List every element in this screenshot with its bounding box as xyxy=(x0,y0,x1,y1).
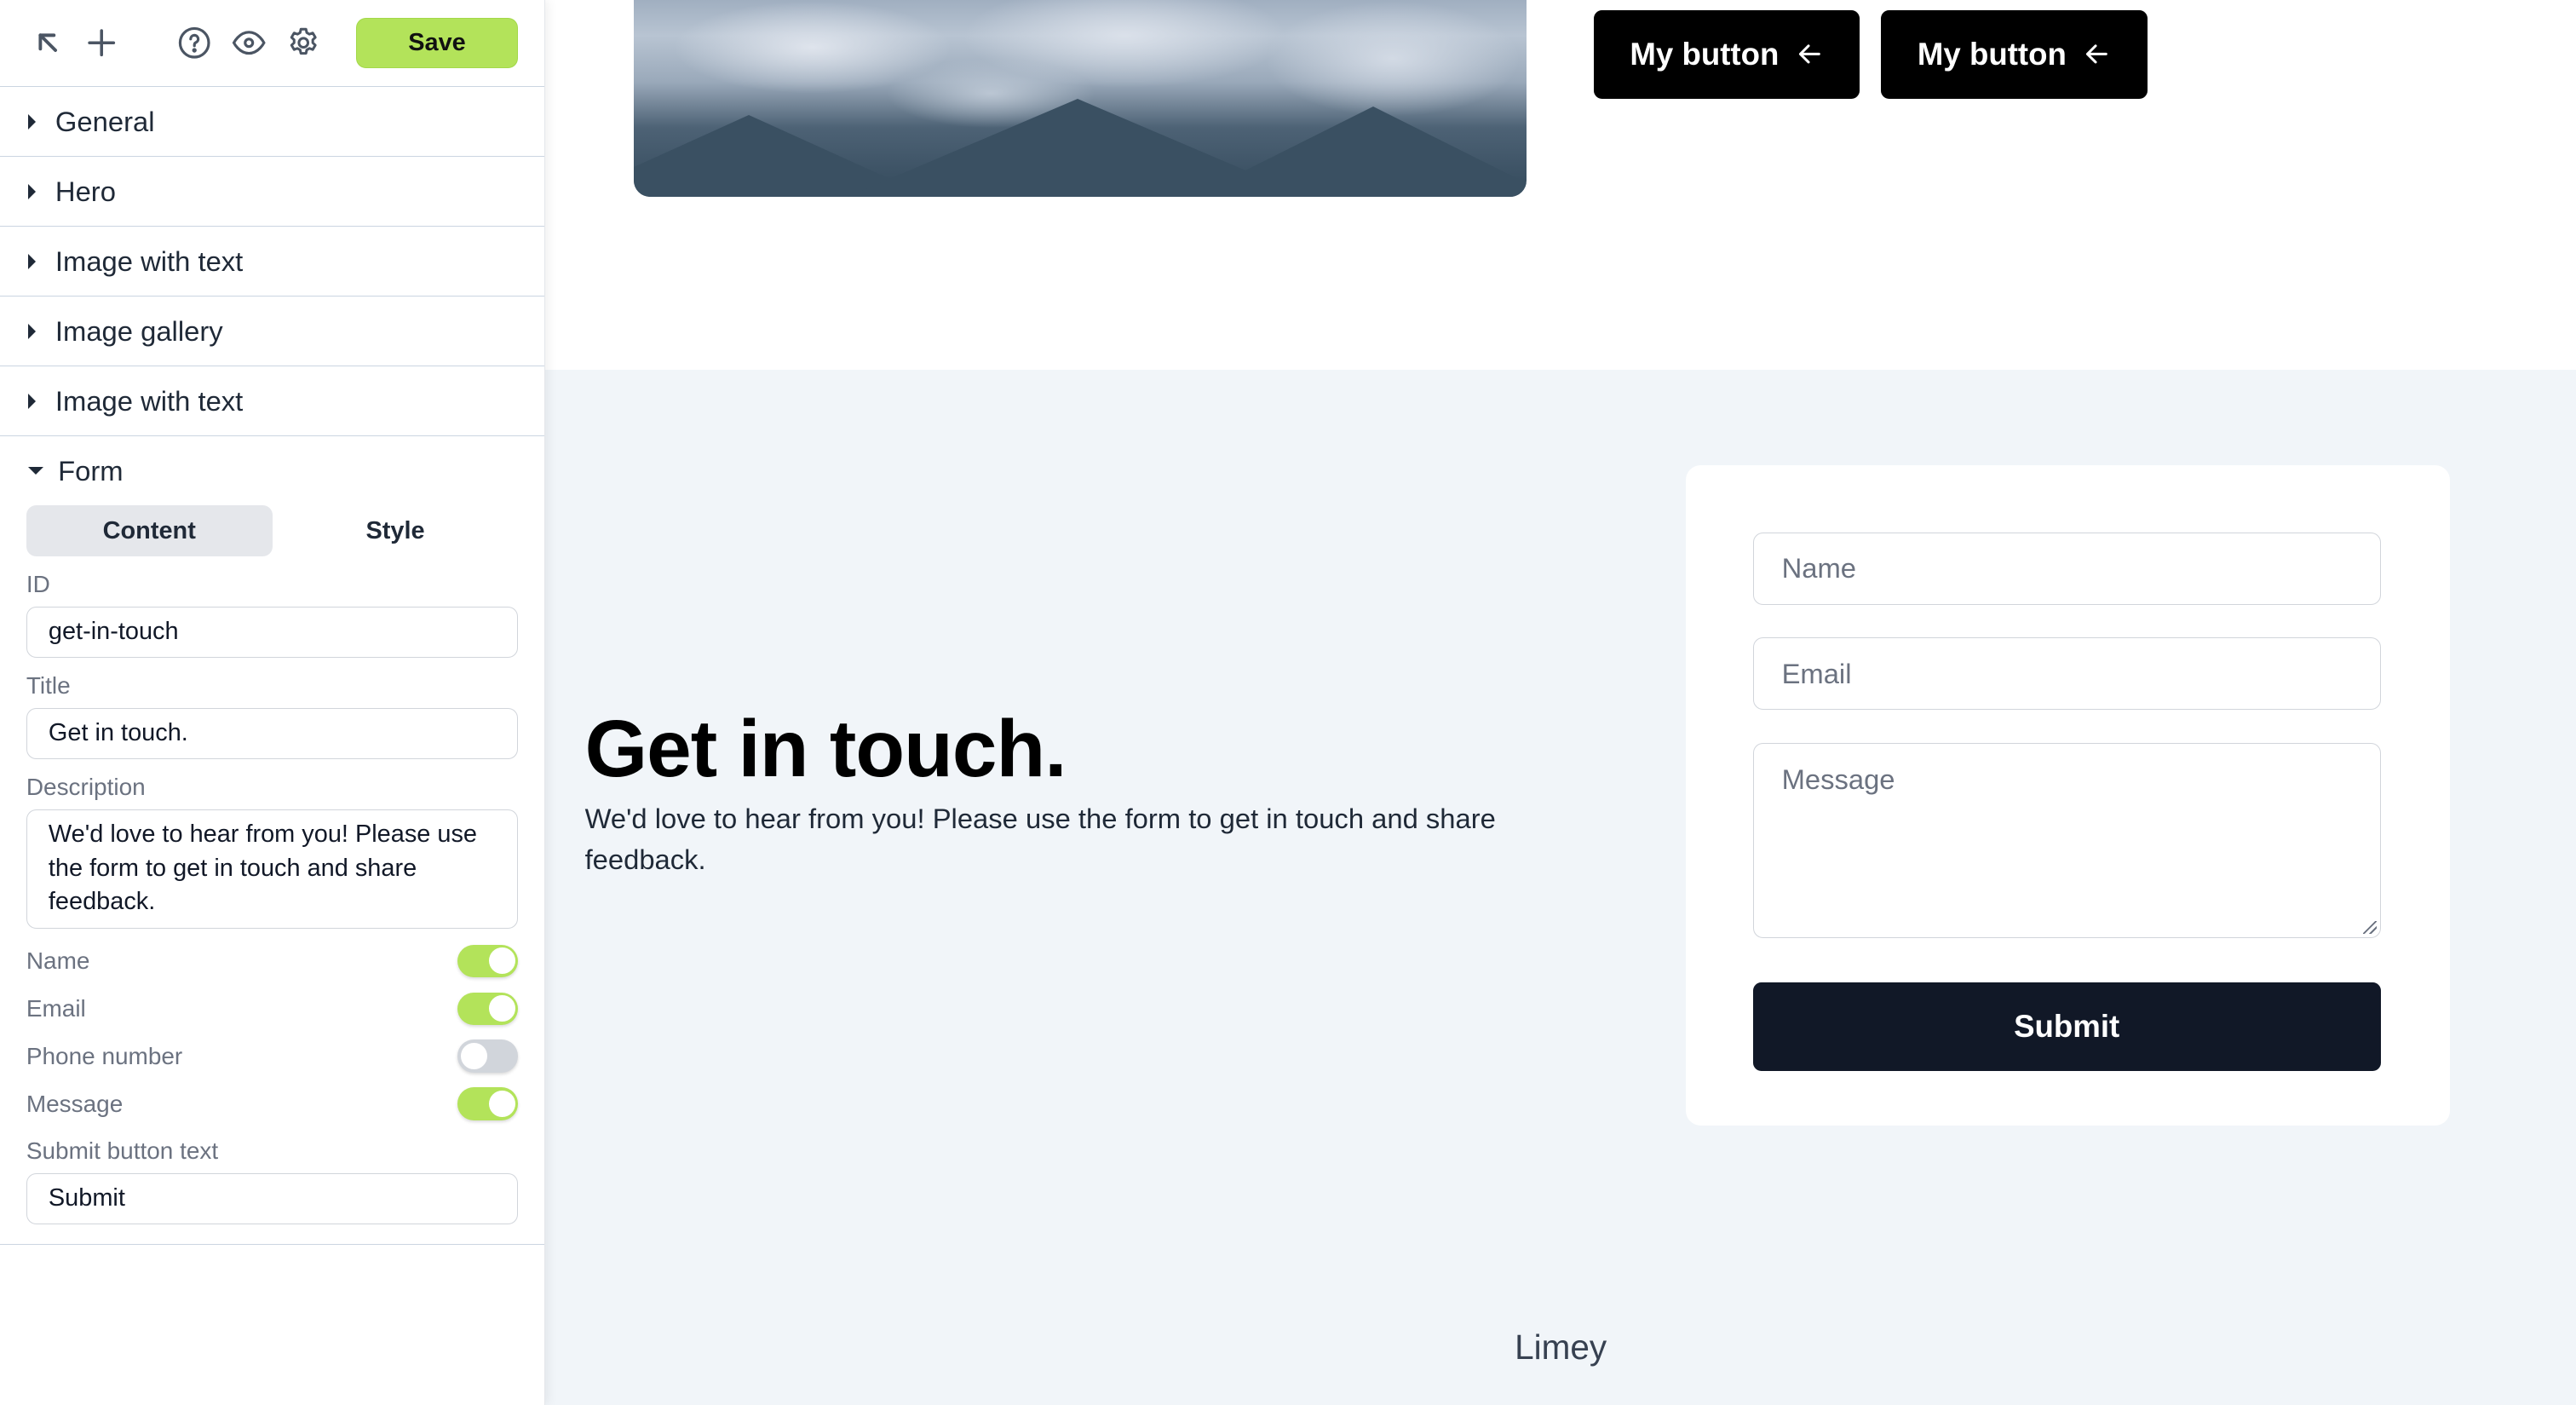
caret-right-icon xyxy=(27,113,36,130)
my-button-2[interactable]: My button xyxy=(1881,9,2148,99)
phone-number-toggle[interactable] xyxy=(457,1039,519,1073)
caret-right-icon xyxy=(27,323,36,339)
caret-right-icon xyxy=(27,253,36,269)
image-with-text-block: My button My button xyxy=(545,0,2576,370)
section-general: General xyxy=(0,87,545,158)
toolbar: Save xyxy=(0,0,545,88)
eye-icon[interactable] xyxy=(231,25,267,60)
name-toggle[interactable] xyxy=(457,944,519,978)
message-placeholder: Message xyxy=(1781,763,1895,795)
plus-icon[interactable] xyxy=(83,25,119,60)
button-group: My button My button xyxy=(1593,9,2148,99)
arrow-left-icon xyxy=(2086,44,2107,64)
gear-icon[interactable] xyxy=(285,25,321,60)
id-label: ID xyxy=(26,571,50,598)
submit-text-label: Submit button text xyxy=(26,1137,219,1165)
section-header[interactable]: Form xyxy=(0,436,544,505)
resize-handle-icon[interactable] xyxy=(2363,920,2377,935)
section-label: Image with text xyxy=(55,384,244,417)
contact-text: Get in touch. We'd love to hear from you… xyxy=(585,703,1521,880)
message-toggle[interactable] xyxy=(457,1087,519,1120)
title-field[interactable]: Get in touch. xyxy=(26,707,519,759)
email-toggle[interactable] xyxy=(457,992,519,1026)
tab-content[interactable]: Content xyxy=(26,505,273,556)
section-header[interactable]: General xyxy=(0,87,544,156)
section-image-gallery: Image gallery xyxy=(0,297,545,367)
my-button-1[interactable]: My button xyxy=(1593,9,1860,99)
page-preview: My button My button Get in touch. We'd l… xyxy=(545,0,2576,1405)
button-label: My button xyxy=(1630,36,1780,72)
section-hero: Hero xyxy=(0,157,545,227)
section-image-with-text-2: Image with text xyxy=(0,366,545,437)
contact-description: We'd love to hear from you! Please use t… xyxy=(584,803,1496,876)
description-field[interactable]: We'd love to hear from you! Please use t… xyxy=(26,809,519,930)
footer-brand: Limey xyxy=(1515,1327,1607,1368)
name-input[interactable]: Name xyxy=(1752,532,2381,605)
caret-right-icon xyxy=(27,183,36,199)
toggle-label: Message xyxy=(26,1090,124,1117)
arrow-up-left-icon[interactable] xyxy=(30,25,66,60)
app-root: Save General Hero Image with text Image … xyxy=(0,0,2576,1405)
contact-title: Get in touch. xyxy=(584,704,1067,795)
toggle-row-name: Name xyxy=(26,937,519,985)
section-label: General xyxy=(55,105,155,137)
section-label: Hero xyxy=(55,175,116,207)
toggle-row-message: Message xyxy=(26,1080,519,1128)
mountain-image xyxy=(634,0,1527,198)
section-header[interactable]: Hero xyxy=(0,157,544,226)
arrow-left-icon xyxy=(1798,44,1820,64)
tab-bar: Content Style xyxy=(26,505,519,556)
button-label: My button xyxy=(1917,36,2067,72)
section-header[interactable]: Image with text xyxy=(0,227,544,296)
toggle-row-phone: Phone number xyxy=(26,1033,519,1080)
caret-down-icon xyxy=(27,467,43,475)
contact-section: Get in touch. We'd love to hear from you… xyxy=(545,369,2576,1405)
section-label: Image with text xyxy=(55,245,244,277)
title-label: Title xyxy=(26,672,71,700)
section-label: Image gallery xyxy=(55,314,223,347)
section-label: Form xyxy=(58,454,124,487)
tab-style[interactable]: Style xyxy=(273,505,519,556)
toggle-row-email: Email xyxy=(26,985,519,1033)
contact-form-card: Name Email Message Submit xyxy=(1685,464,2450,1126)
save-button[interactable]: Save xyxy=(355,17,519,69)
message-textarea[interactable]: Message xyxy=(1752,742,2381,939)
help-icon[interactable] xyxy=(176,25,212,60)
section-image-with-text: Image with text xyxy=(0,227,545,297)
section-header[interactable]: Image with text xyxy=(0,366,544,435)
toggle-label: Email xyxy=(26,994,86,1022)
description-label: Description xyxy=(26,773,146,800)
editor-sidebar: Save General Hero Image with text Image … xyxy=(0,0,546,1405)
section-form: Form Content Style ID get-in-touch Title… xyxy=(0,436,545,1245)
email-input[interactable]: Email xyxy=(1752,637,2381,711)
caret-right-icon xyxy=(27,393,36,409)
submit-text-field[interactable]: Submit xyxy=(26,1172,519,1224)
form-settings: Content Style ID get-in-touch Title Get … xyxy=(0,505,544,1244)
section-header[interactable]: Image gallery xyxy=(0,297,544,366)
id-field[interactable]: get-in-touch xyxy=(26,606,519,658)
toggle-label: Name xyxy=(26,947,90,974)
toggle-label: Phone number xyxy=(26,1042,183,1069)
submit-button[interactable]: Submit xyxy=(1752,982,2381,1072)
